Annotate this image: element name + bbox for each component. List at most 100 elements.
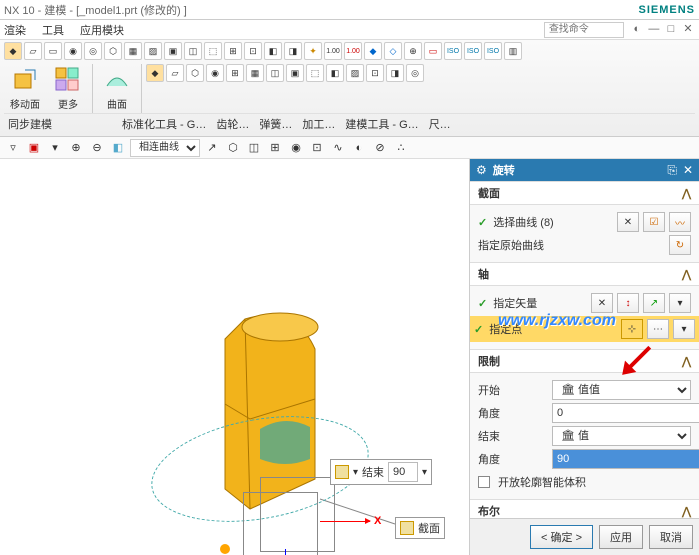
ribbon-small-icon[interactable]: ⊡ [366,64,384,82]
menu-render[interactable]: 渲染 [4,22,26,38]
specify-vector-label[interactable]: 指定矢量 [493,295,587,311]
sketch-icon[interactable]: ☑ [643,212,665,232]
close-icon[interactable]: ✕ [681,22,695,36]
panel-pin-icon[interactable]: ⎘ [667,163,677,178]
point-dd-icon[interactable]: ▾ [673,319,695,339]
specify-orig-curve-label[interactable]: 指定原始曲线 [478,237,665,253]
limits-angle2-input[interactable] [552,449,699,469]
cancel-button[interactable]: 取消 [649,525,693,549]
box-icon[interactable]: ◧ [109,139,127,157]
curve-icon[interactable]: 〰 [669,212,691,232]
ribbon-tool-icon[interactable]: ▨ [144,42,162,60]
tb-icon[interactable]: ↗ [203,139,221,157]
tb-icon[interactable]: ⊖ [88,139,106,157]
section-header-section[interactable]: 截面⋀ [470,181,699,205]
maximize-icon[interactable]: □ [664,23,678,37]
tb-icon[interactable]: ⊕ [67,139,85,157]
ribbon-tool-icon[interactable]: ◉ [64,42,82,60]
tb-icon[interactable]: ◫ [245,139,263,157]
tb-icon[interactable]: ▾ [46,139,64,157]
group-gear[interactable]: 齿轮… [216,116,249,132]
ribbon-tool-icon[interactable]: 1.00 [344,42,362,60]
vector-dd-icon[interactable]: ▾ [669,293,691,313]
ribbon-small-icon[interactable]: ⬡ [186,64,204,82]
ribbon-tool-icon[interactable]: ⊕ [404,42,422,60]
ribbon-tool-icon[interactable]: ▭ [424,42,442,60]
group-std-tools[interactable]: 标准化工具 - G… [122,116,206,132]
section-header-boolean[interactable]: 布尔⋀ [470,499,699,518]
ribbon-tool-icon[interactable]: ▥ [504,42,522,60]
limits-end-select[interactable]: 🏛 值 [552,426,691,446]
vector-dir-icon[interactable]: ↕ [617,293,639,313]
tb-icon[interactable]: ⊘ [371,139,389,157]
ribbon-small-icon[interactable]: ▣ [286,64,304,82]
ribbon-tool-icon[interactable]: ⊡ [244,42,262,60]
ribbon-tool-icon[interactable]: ⬚ [204,42,222,60]
vector-pick-icon[interactable]: ↗ [643,293,665,313]
tb-icon[interactable]: ∴ [392,139,410,157]
ok-button[interactable]: < 确定 > [530,525,593,549]
ribbon-tool-icon[interactable]: ▦ [124,42,142,60]
ribbon-small-icon[interactable]: ◆ [146,64,164,82]
point-pick-icon[interactable]: ⋯ [647,319,669,339]
ribbon-small-icon[interactable]: ◉ [206,64,224,82]
select-curve-label[interactable]: 选择曲线 (8) [493,214,613,230]
ribbon-small-icon[interactable]: ◎ [406,64,424,82]
specify-point-label[interactable]: 指定点 [489,321,617,337]
menu-app-module[interactable]: 应用模块 [80,22,124,38]
ribbon-tool-icon[interactable]: ▣ [164,42,182,60]
search-input[interactable] [544,22,624,38]
panel-menu-icon[interactable]: ⚙ [476,163,487,177]
ribbon-tool-icon[interactable]: ◆ [4,42,22,60]
tb-icon[interactable]: ⊡ [308,139,326,157]
group-spring[interactable]: 弹簧… [259,116,292,132]
tb-icon[interactable]: ◉ [287,139,305,157]
ribbon-tool-icon[interactable]: ◫ [184,42,202,60]
ribbon-tool-icon[interactable]: ◆ [364,42,382,60]
apply-button[interactable]: 应用 [599,525,643,549]
ribbon-surface[interactable]: 曲面 [97,64,137,113]
group-dim[interactable]: 尺… [429,116,451,132]
ribbon-move-face[interactable]: 移动面 [4,64,46,113]
help-icon[interactable]: ◐ [630,23,644,37]
ribbon-tool-icon[interactable]: ✦ [304,42,322,60]
tb-icon[interactable]: ◐ [350,139,368,157]
ribbon-small-icon[interactable]: ◫ [266,64,284,82]
select-icon[interactable]: ✕ [617,212,639,232]
limits-angle1-input[interactable] [552,403,699,423]
group-model-tools[interactable]: 建模工具 - G… [345,116,418,132]
ribbon-tool-icon[interactable]: ⊞ [224,42,242,60]
ribbon-tool-icon[interactable]: ISO [484,42,502,60]
ribbon-small-icon[interactable]: ◧ [326,64,344,82]
ribbon-tool-icon[interactable]: 1.00 [324,42,342,60]
callout-end-angle[interactable]: ▾ 结束 ▾ [330,459,432,485]
callout-end-input[interactable] [388,462,418,482]
limits-start-select[interactable]: 🏛 值值 [552,380,691,400]
ribbon-small-icon[interactable]: ▨ [346,64,364,82]
point-icon[interactable]: ⊹ [621,319,643,339]
ribbon-tool-icon[interactable]: ISO [444,42,462,60]
section-header-limits[interactable]: 限制⋀ [470,349,699,373]
select-icon[interactable]: ▣ [25,139,43,157]
ribbon-tool-icon[interactable]: ◨ [284,42,302,60]
ribbon-tool-icon[interactable]: ▱ [24,42,42,60]
open-profile-checkbox[interactable] [478,476,490,488]
menu-tools[interactable]: 工具 [42,22,64,38]
ribbon-more[interactable]: 更多 [48,64,88,113]
panel-close-icon[interactable]: ✕ [683,163,693,177]
ribbon-tool-icon[interactable]: ◎ [84,42,102,60]
section-header-axis[interactable]: 轴⋀ [470,262,699,286]
orig-curve-icon[interactable]: ↻ [669,235,691,255]
group-machining[interactable]: 加工… [302,116,335,132]
viewport-3d[interactable]: X Z ▾ 结束 ▾ 截面 [0,159,469,555]
group-sync-model[interactable]: 同步建模 [8,116,52,132]
tb-icon[interactable]: ⬡ [224,139,242,157]
ribbon-small-icon[interactable]: ⊞ [226,64,244,82]
ribbon-tool-icon[interactable]: ISO [464,42,482,60]
ribbon-tool-icon[interactable]: ◇ [384,42,402,60]
vector-icon[interactable]: ✕ [591,293,613,313]
ribbon-small-icon[interactable]: ◨ [386,64,404,82]
ribbon-tool-icon[interactable]: ▭ [44,42,62,60]
ribbon-small-icon[interactable]: ▦ [246,64,264,82]
tb-icon[interactable]: ∿ [329,139,347,157]
